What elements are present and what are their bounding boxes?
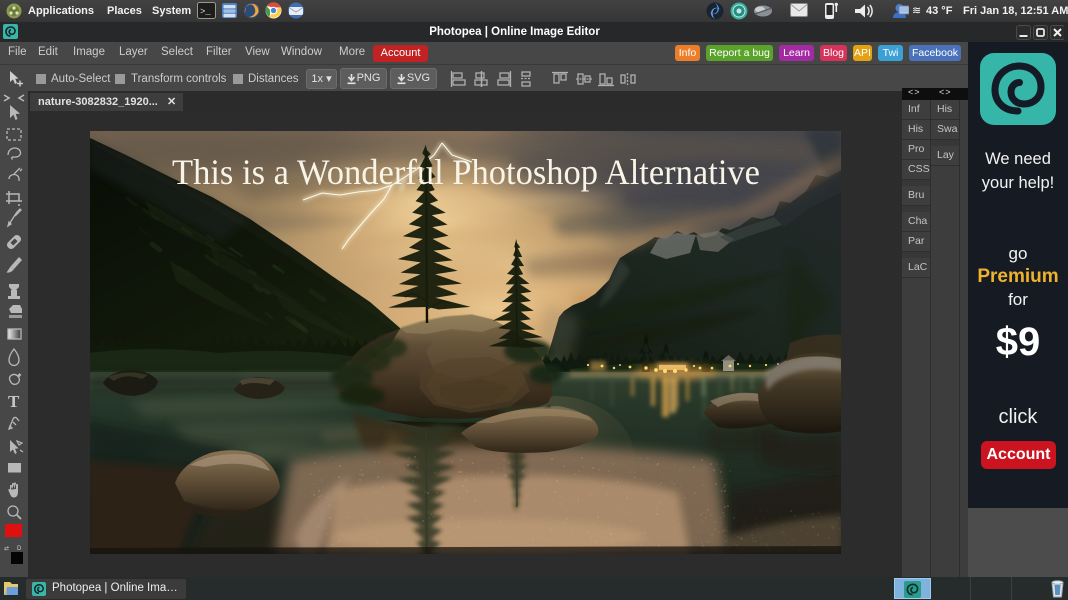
- svg-text:T: T: [8, 392, 20, 411]
- svg-text:⇄: ⇄: [4, 545, 9, 552]
- svg-text:This is a Wonderful Photoshop: This is a Wonderful Photoshop Alternativ…: [172, 152, 760, 192]
- svg-text:>_: >_: [200, 7, 211, 17]
- svg-text:D: D: [17, 546, 22, 552]
